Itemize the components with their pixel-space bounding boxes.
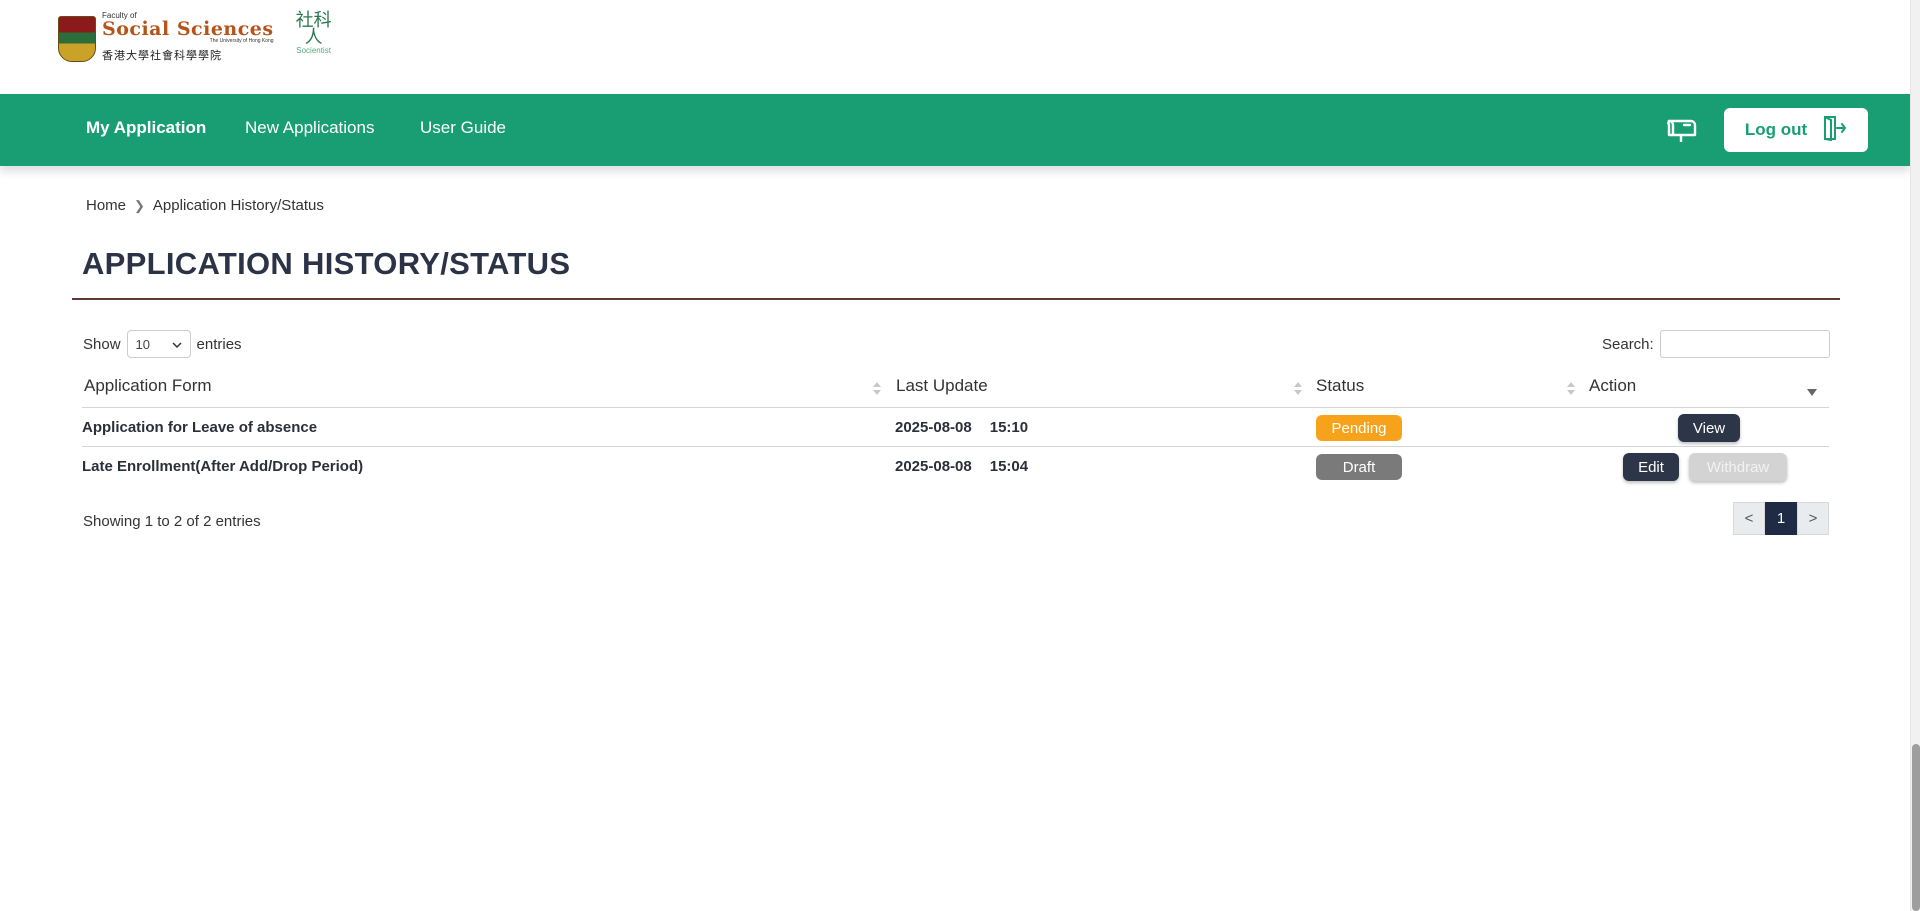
table-info: Showing 1 to 2 of 2 entries bbox=[83, 513, 261, 530]
nav-new-applications[interactable]: New Applications bbox=[245, 118, 374, 138]
pagination-prev[interactable]: < bbox=[1733, 502, 1765, 535]
column-header-last-update[interactable]: Last Update bbox=[896, 376, 988, 396]
sort-desc-icon[interactable] bbox=[1806, 382, 1817, 398]
page-scrollbar[interactable] bbox=[1910, 0, 1920, 911]
logout-button[interactable]: Log out bbox=[1724, 108, 1868, 152]
view-button[interactable]: View bbox=[1678, 414, 1740, 442]
logout-label: Log out bbox=[1744, 120, 1808, 139]
column-header-application-form[interactable]: Application Form bbox=[84, 376, 212, 396]
pagination: < 1 > bbox=[1733, 502, 1829, 535]
scrollbar-thumb[interactable] bbox=[1912, 744, 1920, 911]
column-header-status[interactable]: Status bbox=[1316, 376, 1364, 396]
last-update-time: 15:04 bbox=[989, 458, 1029, 475]
sort-icon[interactable] bbox=[1293, 382, 1303, 398]
status-badge: Pending bbox=[1316, 415, 1402, 441]
nav-user-guide[interactable]: User Guide bbox=[420, 118, 506, 138]
chevron-down-icon bbox=[172, 337, 182, 352]
entries-label: entries bbox=[196, 335, 242, 353]
last-update-date: 2025-08-08 bbox=[895, 419, 972, 436]
application-form-name: Application for Leave of absence bbox=[82, 419, 318, 436]
nav-my-application[interactable]: My Application bbox=[86, 118, 206, 138]
entries-select[interactable]: 10 bbox=[126, 330, 191, 358]
socientist-logo: 社科人 Socientist bbox=[292, 10, 336, 56]
pagination-next[interactable]: > bbox=[1797, 502, 1829, 535]
sort-icon[interactable] bbox=[1566, 382, 1576, 398]
university-crest-icon bbox=[58, 16, 96, 62]
search-input[interactable] bbox=[1659, 330, 1830, 358]
applications-table: Application Form Last Update Status Acti… bbox=[82, 370, 1829, 486]
faculty-logo-text: Faculty of Social Sciences The Universit… bbox=[102, 12, 274, 62]
table-row: Application for Leave of absence 2025-08… bbox=[82, 408, 1829, 447]
status-badge: Draft bbox=[1316, 454, 1402, 480]
faculty-logo[interactable]: Faculty of Social Sciences The Universit… bbox=[58, 12, 336, 62]
withdraw-button[interactable]: Withdraw bbox=[1689, 453, 1787, 481]
entries-select-value: 10 bbox=[135, 336, 150, 352]
page-title: APPLICATION HISTORY/STATUS bbox=[82, 246, 571, 281]
logout-door-icon bbox=[1819, 114, 1847, 146]
last-update: 2025-08-08 15:10 bbox=[895, 419, 1028, 436]
main-navbar: My Application New Applications User Gui… bbox=[0, 94, 1910, 166]
edit-button[interactable]: Edit bbox=[1623, 453, 1679, 481]
chevron-right-icon: ❯ bbox=[134, 197, 145, 213]
socientist-glyphs: 社科人 bbox=[295, 10, 332, 48]
socientist-word: Socientist bbox=[296, 46, 331, 55]
faculty-name-text: Social Sciences bbox=[102, 18, 274, 40]
sort-icon[interactable] bbox=[872, 382, 882, 398]
mailbox-icon[interactable] bbox=[1664, 112, 1698, 146]
last-update: 2025-08-08 15:04 bbox=[895, 458, 1028, 475]
pagination-page-1[interactable]: 1 bbox=[1765, 502, 1797, 535]
title-divider bbox=[72, 298, 1840, 300]
breadcrumb-home[interactable]: Home bbox=[86, 197, 126, 214]
last-update-time: 15:10 bbox=[989, 419, 1029, 436]
header-logo-bar: Faculty of Social Sciences The Universit… bbox=[0, 0, 1910, 94]
entries-length-control: Show 10 entries bbox=[83, 330, 242, 358]
column-header-action[interactable]: Action bbox=[1589, 376, 1636, 396]
application-form-name: Late Enrollment(After Add/Drop Period) bbox=[82, 458, 364, 475]
breadcrumb: Home ❯ Application History/Status bbox=[86, 197, 324, 214]
show-label: Show bbox=[83, 335, 121, 353]
chinese-faculty-name: 香港大學社會科學學院 bbox=[102, 49, 222, 62]
last-update-date: 2025-08-08 bbox=[895, 458, 972, 475]
table-header: Application Form Last Update Status Acti… bbox=[82, 370, 1829, 408]
table-search: Search: bbox=[1602, 330, 1830, 358]
search-label: Search: bbox=[1602, 335, 1654, 353]
table-row: Late Enrollment(After Add/Drop Period) 2… bbox=[82, 447, 1829, 486]
breadcrumb-current: Application History/Status bbox=[152, 197, 324, 214]
